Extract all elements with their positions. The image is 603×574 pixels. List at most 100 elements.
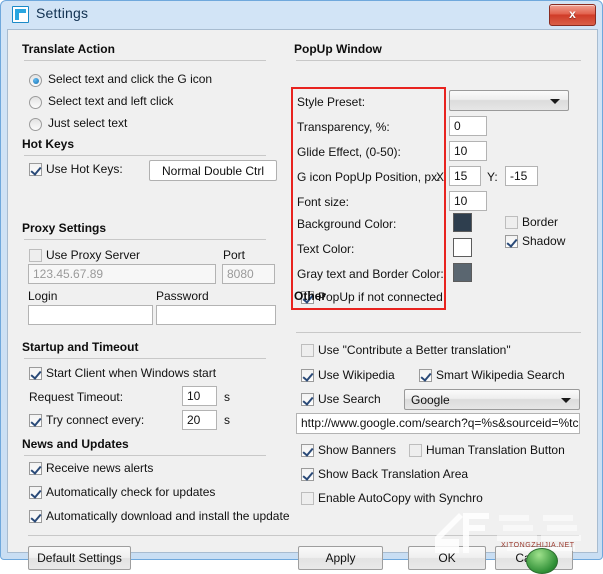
checkbox-use-search[interactable] (301, 393, 314, 406)
search-url-input[interactable]: http://www.google.com/search?q=%s&source… (296, 413, 580, 434)
group-rule-hot-keys (24, 155, 266, 156)
label-font-size: Font size: (297, 195, 350, 209)
label-border: Border (522, 215, 559, 229)
label-shadow: Shadow (522, 234, 566, 248)
proxy-port-input[interactable]: 8080 (222, 264, 275, 284)
label-use-search: Use Search (318, 392, 381, 406)
label-gicon-x: X (436, 170, 445, 184)
radio-label-just-select-text: Just select text (48, 116, 128, 130)
group-title-news-updates: News and Updates (22, 437, 129, 451)
group-title-proxy-settings: Proxy Settings (22, 221, 107, 235)
search-engine-combo[interactable]: Google (404, 389, 580, 410)
label-gray-text-border-color: Gray text and Border Color: (297, 267, 444, 281)
checkbox-receive-news-alerts[interactable] (29, 462, 42, 475)
checkbox-border[interactable] (505, 216, 518, 229)
label-show-banners: Show Banners (318, 443, 397, 457)
radio-select-click-g-icon[interactable] (29, 74, 42, 87)
dialog-client-area: Translate Action Select text and click t… (7, 29, 598, 570)
request-timeout-input[interactable]: 10 (182, 386, 217, 406)
label-text-color: Text Color: (297, 242, 355, 256)
checkbox-human-translation-button[interactable] (409, 444, 422, 457)
checkbox-contribute-better-translation[interactable] (301, 344, 314, 357)
label-gicon-popup-position: G icon PopUp Position, px: (297, 170, 441, 184)
label-use-proxy-server: Use Proxy Server (46, 248, 141, 262)
settings-app-icon (12, 6, 29, 23)
group-rule-other (296, 332, 581, 333)
ok-button[interactable]: OK (408, 546, 486, 570)
label-background-color: Background Color: (297, 217, 397, 231)
label-glide-effect: Glide Effect, (0-50): (297, 145, 401, 159)
checkbox-show-banners[interactable] (301, 444, 314, 457)
checkbox-start-client-with-windows[interactable] (29, 367, 42, 380)
group-title-startup-timeout: Startup and Timeout (22, 340, 139, 354)
font-size-input[interactable]: 10 (449, 191, 487, 211)
label-port: Port (223, 248, 246, 262)
group-title-popup-window: PopUp Window (294, 42, 382, 56)
label-smart-wikipedia-search: Smart Wikipedia Search (436, 368, 565, 382)
chevron-down-icon (550, 98, 560, 104)
label-use-hot-keys: Use Hot Keys: (46, 162, 123, 176)
label-contribute-better-translation: Use "Contribute a Better translation" (318, 343, 511, 357)
label-enable-autocopy-synchro: Enable AutoCopy with Synchro (318, 491, 483, 505)
try-connect-interval-input[interactable]: 20 (182, 410, 217, 430)
proxy-server-input[interactable]: 123.45.67.89 (28, 264, 216, 284)
background-color-swatch[interactable] (453, 213, 472, 232)
checkbox-smart-wikipedia-search[interactable] (419, 369, 432, 382)
checkbox-enable-autocopy-synchro[interactable] (301, 492, 314, 505)
label-receive-news-alerts: Receive news alerts (46, 461, 154, 475)
label-request-timeout-unit: s (224, 390, 230, 404)
label-style-preset: Style Preset: (297, 95, 366, 109)
label-try-connect-every: Try connect every: (46, 413, 145, 427)
group-rule-popup-window (296, 60, 581, 61)
default-settings-button[interactable]: Default Settings (28, 546, 131, 570)
gicon-x-input[interactable]: 15 (449, 166, 481, 186)
label-popup-if-not-connected: PopUp if not connected (318, 290, 443, 304)
label-login: Login (28, 289, 58, 303)
checkbox-use-wikipedia[interactable] (301, 369, 314, 382)
group-title-hot-keys: Hot Keys (22, 137, 75, 151)
group-rule-translate-action (24, 60, 266, 61)
proxy-password-input[interactable] (156, 305, 276, 325)
label-human-translation-button: Human Translation Button (426, 443, 565, 457)
checkbox-auto-download-install-update[interactable] (29, 510, 42, 523)
group-title-translate-action: Translate Action (22, 42, 115, 56)
title-bar: Settings x (1, 1, 603, 28)
green-orb-decoration (526, 548, 558, 574)
gray-border-color-swatch[interactable] (453, 263, 472, 282)
chevron-down-icon-search (561, 397, 571, 403)
search-engine-combo-value: Google (411, 393, 450, 407)
radio-just-select-text[interactable] (29, 118, 42, 131)
style-preset-combo[interactable] (449, 90, 569, 111)
checkbox-try-connect-every[interactable] (29, 414, 42, 427)
group-rule-proxy-settings (24, 239, 266, 240)
group-rule-news-updates (24, 455, 266, 456)
transparency-input[interactable]: 0 (449, 116, 487, 136)
apply-button[interactable]: Apply (298, 546, 383, 570)
radio-select-left-click[interactable] (29, 96, 42, 109)
label-use-wikipedia: Use Wikipedia (318, 368, 395, 382)
checkbox-use-proxy-server[interactable] (29, 249, 42, 262)
label-transparency: Transparency, %: (297, 120, 390, 134)
close-button[interactable]: x (549, 4, 596, 26)
checkbox-use-hot-keys[interactable] (29, 163, 42, 176)
checkbox-show-back-translation-area[interactable] (301, 468, 314, 481)
label-start-client-with-windows: Start Client when Windows start (46, 366, 217, 380)
radio-label-select-click-g-icon: Select text and click the G icon (48, 72, 213, 86)
text-color-swatch[interactable] (453, 238, 472, 257)
label-auto-check-updates: Automatically check for updates (46, 485, 216, 499)
gicon-y-input[interactable]: -15 (505, 166, 538, 186)
label-auto-download-install-update: Automatically download and install the u… (46, 509, 290, 523)
window-title: Settings (36, 5, 89, 21)
label-request-timeout: Request Timeout: (29, 390, 124, 404)
label-show-back-translation-area: Show Back Translation Area (318, 467, 469, 481)
close-icon: x (569, 7, 576, 21)
settings-window: Settings x Translate Action Select text … (0, 0, 603, 574)
checkbox-auto-check-updates[interactable] (29, 486, 42, 499)
group-title-other: Other (294, 289, 327, 303)
glide-effect-input[interactable]: 10 (449, 141, 487, 161)
hotkey-capture-button[interactable]: Normal Double Ctrl (149, 160, 277, 181)
checkbox-shadow[interactable] (505, 235, 518, 248)
proxy-login-input[interactable] (28, 305, 153, 325)
radio-label-select-left-click: Select text and left click (48, 94, 174, 108)
label-gicon-y: Y: (487, 170, 498, 184)
